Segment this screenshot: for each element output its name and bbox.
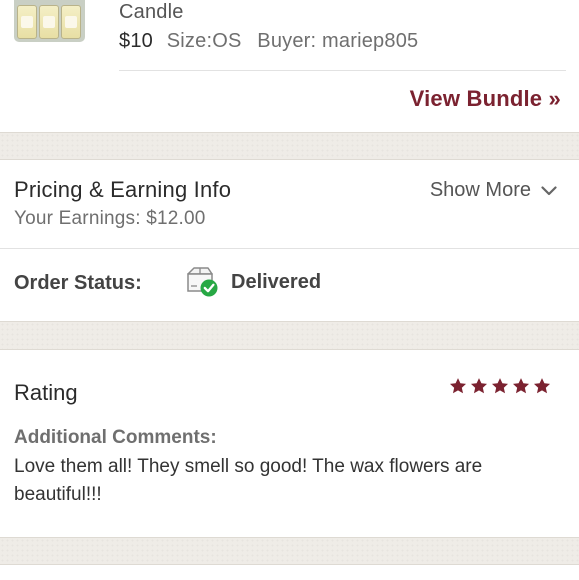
delivered-box-check-icon [187, 267, 218, 297]
star-rating [449, 377, 551, 395]
order-status-value: Delivered [231, 271, 322, 293]
divider [119, 70, 566, 71]
star-icon [533, 378, 551, 394]
chevron-down-icon [541, 185, 557, 195]
rating-section: Rating Additional Comments: Love them al… [0, 350, 579, 537]
next-section [0, 565, 579, 580]
additional-comments-text: Love them all! They smell so good! The w… [14, 456, 483, 505]
star-icon [491, 378, 509, 394]
section-separator [0, 132, 579, 160]
item-buyer: Buyer: mariep805 [257, 30, 419, 52]
item-price: $10 [119, 30, 153, 52]
star-icon [470, 378, 488, 394]
show-more-label: Show More [429, 179, 531, 201]
item-size: Size:OS [166, 30, 242, 52]
your-earnings: Your Earnings: $12.00 [14, 208, 206, 229]
section-separator [0, 537, 579, 565]
pricing-title: Pricing & Earning Info [14, 177, 232, 202]
item-details: $10 Size:OS Buyer: mariep805 [119, 30, 418, 53]
item-card: Candle $10 Size:OS Buyer: mariep805 View… [0, 0, 579, 132]
order-status-section: Order Status: Delivered [0, 249, 579, 321]
pricing-section: Pricing & Earning Info Your Earnings: $1… [0, 160, 579, 249]
item-thumbnail[interactable] [14, 0, 85, 42]
rating-title: Rating [14, 380, 78, 405]
order-status-label: Order Status: [14, 272, 142, 294]
additional-comments-label: Additional Comments: [14, 427, 217, 448]
view-bundle-link[interactable]: View Bundle » [410, 86, 561, 112]
show-more-button[interactable]: Show More [430, 179, 557, 202]
section-separator [0, 321, 579, 350]
star-icon [512, 378, 530, 394]
star-icon [449, 378, 467, 394]
item-title: Candle [119, 1, 184, 23]
